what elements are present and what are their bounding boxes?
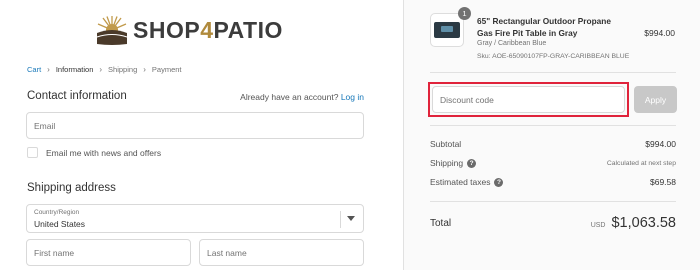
total-row: Total USD $1,063.58: [430, 215, 676, 231]
last-name-placeholder: Last name: [207, 247, 247, 258]
divider: [430, 125, 676, 126]
breadcrumb-payment: Payment: [151, 65, 182, 74]
chevron-right-icon: ›: [47, 65, 50, 74]
shipping-label: Shipping: [430, 158, 464, 168]
breadcrumb-shipping: Shipping: [108, 65, 138, 74]
chevron-right-icon: ›: [99, 65, 103, 74]
divider: [430, 201, 676, 202]
shipping-address-heading: Shipping address: [27, 182, 116, 194]
fire-pit-image: [434, 22, 460, 38]
discount-placeholder: Discount code: [440, 94, 494, 105]
shipping-value: Calculated at next step: [606, 159, 676, 167]
taxes-value: $69.58: [650, 177, 676, 187]
taxes-label-group: Estimated taxes ?: [430, 177, 504, 187]
product-sku: Sku: AOE-65090107FP-GRAY-CARIBBEAN BLUE: [477, 53, 630, 60]
last-name-field[interactable]: Last name: [199, 239, 364, 266]
product-price: $994.00: [644, 28, 675, 38]
subtotal-row: Subtotal $994.00: [430, 139, 676, 149]
contact-information-heading: Contact information: [27, 90, 127, 102]
country-select[interactable]: Country/Region United States: [26, 204, 364, 233]
product-variant: Gray / Caribbean Blue: [477, 40, 547, 47]
product-name: 65" Rectangular Outdoor Propane Gas Fire…: [477, 16, 611, 38]
breadcrumb-cart-link[interactable]: Cart: [27, 65, 41, 74]
sun-logo-icon: [96, 16, 128, 45]
login-link[interactable]: Log in: [341, 92, 364, 102]
shipping-row: Shipping ? Calculated at next step: [430, 158, 676, 168]
subtotal-label: Subtotal: [430, 139, 462, 149]
newsletter-checkbox[interactable]: [27, 147, 38, 158]
country-label: Country/Region: [34, 209, 80, 216]
product-thumbnail: [430, 13, 464, 47]
country-value: United States: [34, 219, 86, 229]
shop-logo[interactable]: SHOP4PATIO: [95, 10, 283, 50]
email-placeholder: Email: [34, 120, 56, 131]
logo-text: SHOP4PATIO: [133, 16, 283, 43]
chevron-down-icon: [347, 216, 355, 221]
first-name-placeholder: First name: [34, 247, 75, 258]
total-label: Total: [430, 217, 452, 229]
order-summary: 1 65" Rectangular Outdoor Propane Gas Fi…: [403, 0, 700, 270]
total-value-group: USD $1,063.58: [591, 215, 676, 231]
taxes-label: Estimated taxes: [430, 177, 491, 187]
quantity-badge: 1: [458, 7, 471, 20]
breadcrumb-information: Information: [55, 65, 94, 74]
chevron-right-icon: ›: [143, 65, 146, 74]
question-icon[interactable]: ?: [494, 177, 504, 187]
question-icon[interactable]: ?: [467, 158, 477, 168]
apply-button[interactable]: Apply: [634, 86, 677, 113]
email-field[interactable]: Email: [26, 112, 364, 139]
checkout-main: SHOP4PATIO Cart › Information › Shipping…: [0, 0, 403, 270]
currency-code: USD: [590, 222, 606, 229]
newsletter-option[interactable]: Email me with news and offers: [27, 147, 161, 158]
shipping-label-group: Shipping ?: [430, 158, 477, 168]
account-prompt-text: Already have an account?: [240, 92, 339, 102]
select-divider: [340, 211, 341, 228]
taxes-row: Estimated taxes ? $69.58: [430, 177, 676, 187]
account-prompt: Already have an account? Log in: [240, 92, 364, 102]
discount-code-input[interactable]: Discount code: [432, 86, 625, 113]
newsletter-label: Email me with news and offers: [46, 147, 162, 158]
total-amount: $1,063.58: [611, 215, 676, 231]
first-name-field[interactable]: First name: [26, 239, 191, 266]
subtotal-value: $994.00: [645, 139, 676, 149]
breadcrumb: Cart › Information › Shipping › Payment: [27, 65, 182, 74]
divider: [430, 72, 676, 73]
